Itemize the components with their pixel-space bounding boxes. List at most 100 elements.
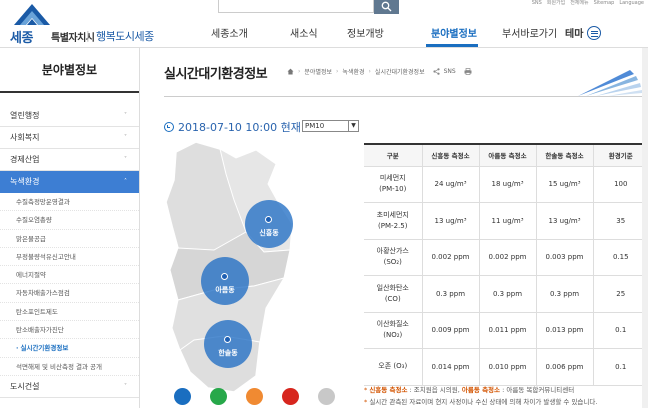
sidebar-item-label: 도시건설 <box>10 381 40 391</box>
sns-link[interactable]: SNS <box>444 68 456 75</box>
clock-icon <box>164 122 174 132</box>
sidebar-subitem[interactable]: 수질오염총량 <box>0 211 139 230</box>
gnb-item-departments[interactable]: 부서바로가기 <box>502 25 557 40</box>
column-header: 한솔동 측정소 <box>535 144 594 167</box>
utility-link-join[interactable]: 회원가입 <box>547 0 565 7</box>
station-map: 신흥동 아름동 한솔동 <box>164 140 344 395</box>
sidebar-item-urban-construction[interactable]: 도시건설 ˅ <box>0 376 139 398</box>
sidebar-item-label: 사회복지 <box>10 133 40 142</box>
chevron-down-icon: ▼ <box>348 121 358 131</box>
column-header: 신흥동 측정소 <box>421 144 480 167</box>
logo-sejong-text: 세종 <box>10 31 33 46</box>
pollutant-name: 아황산가스 (SO₂) <box>364 238 423 276</box>
utility-link-language[interactable]: Language <box>619 0 644 7</box>
sidebar-subitem[interactable]: 수질측정망운영결과 <box>0 193 139 212</box>
legend-dot-blue <box>174 388 191 405</box>
gnb-item-theme[interactable]: 테마 <box>565 25 583 40</box>
cell-standard: 0.1 <box>592 348 648 386</box>
sidebar-subitem[interactable]: 탄소배출자가진단 <box>0 321 139 340</box>
air-quality-legend <box>174 388 335 405</box>
gnb-item-open-info[interactable]: 정보개방 <box>347 25 384 40</box>
cell-value: 13 ug/m³ <box>421 202 480 240</box>
station-dot <box>265 216 272 223</box>
station-marker-areum[interactable]: 아름동 <box>201 257 249 305</box>
share-icon[interactable] <box>433 68 440 75</box>
sidebar-subitem[interactable]: 맑은물공급 <box>0 230 139 248</box>
pollutant-name: 일산화탄소 (CO) <box>364 275 423 313</box>
station-label: 아름동 <box>215 286 235 294</box>
sidebar: 분야별정보 열린행정 ˅ 사회복지 ˅ 경제산업 ˅ 녹색환경 ˄ 수질측정망운… <box>0 48 140 408</box>
station-marker-sinheung[interactable]: 신흥동 <box>245 200 293 248</box>
gnb-item-field-info[interactable]: 분야별정보 <box>431 25 477 40</box>
utility-link-all-menu[interactable]: 전체메뉴 <box>570 0 588 7</box>
cell-value: 0.3 ppm <box>421 275 480 313</box>
table-row: 미세먼지 (PM-10) 24 ug/m³ 18 ug/m³ 15 ug/m³ 1… <box>364 165 648 203</box>
home-icon[interactable] <box>287 68 294 75</box>
table-row: 아황산가스 (SO₂) 0.002 ppm 0.002 ppm 0.003 ppm… <box>364 238 648 276</box>
legend-dot-gray <box>318 388 335 405</box>
pollutant-name: 오존 (O₃) <box>364 348 423 386</box>
cell-standard: 0.1 <box>592 311 648 349</box>
table-header-row: 구분 신흥동 측정소 아름동 측정소 한솔동 측정소 환경기준 <box>364 144 648 167</box>
cell-value: 0.002 ppm <box>478 238 537 276</box>
sidebar-subitem[interactable]: 석면해제 및 비산측정 결과 공개 <box>0 358 139 376</box>
chevron-down-icon: ˅ <box>124 382 127 390</box>
pollutant-name: 이산화질소 (NO₂) <box>364 311 423 349</box>
breadcrumb-item[interactable]: 실시간대기환경정보 <box>375 67 425 76</box>
legend-dot-red <box>282 388 299 405</box>
note-disclaimer: * 실시간 관측된 자료이며 현지 사정이나 수신 상태에 의해 차이가 발생할… <box>364 398 598 406</box>
print-icon[interactable] <box>464 68 472 75</box>
column-header: 환경기준 <box>592 144 648 167</box>
station-marker-hansol[interactable]: 한솔동 <box>204 320 252 368</box>
breadcrumb-separator: › <box>368 68 371 75</box>
table-row: 오존 (O₃) 0.014 ppm 0.010 ppm 0.006 ppm 0.… <box>364 348 648 386</box>
table-row: 초미세먼지 (PM-2.5) 13 ug/m³ 11 ug/m³ 13 ug/m³… <box>364 202 648 240</box>
sidebar-subitem[interactable]: 에너지절약 <box>0 266 139 285</box>
hamburger-menu-icon[interactable] <box>587 26 601 40</box>
cell-value: 0.011 ppm <box>478 311 537 349</box>
cell-standard: 0.15 <box>592 238 648 276</box>
breadcrumb-separator: › <box>336 68 339 75</box>
cell-value: 0.009 ppm <box>421 311 480 349</box>
pollutant-select[interactable]: PM10 ▼ <box>302 120 359 132</box>
site-logo[interactable]: 세종 특별자치시 | 행복도시세종 <box>6 1 156 46</box>
sidebar-item-green-environment[interactable]: 녹색환경 ˄ <box>0 171 139 193</box>
breadcrumb: › 분야별정보 › 녹색환경 › 실시간대기환경정보 SNS <box>287 67 472 76</box>
breadcrumb-item[interactable]: 분야별정보 <box>304 67 332 76</box>
cell-standard: 35 <box>592 202 648 240</box>
gnb-item-intro[interactable]: 세종소개 <box>211 25 248 40</box>
breadcrumb-item[interactable]: 녹색환경 <box>342 67 364 76</box>
air-quality-table: 구분 신흥동 측정소 아름동 측정소 한솔동 측정소 환경기준 미세먼지 (PM-… <box>364 143 648 386</box>
decorative-graphic <box>578 70 642 96</box>
search-button[interactable] <box>374 0 399 14</box>
page-title: 실시간대기환경정보 <box>164 67 268 82</box>
pollutant-select-value: PM10 <box>305 122 325 130</box>
table-row: 이산화질소 (NO₂) 0.009 ppm 0.011 ppm 0.013 ppm… <box>364 311 648 349</box>
vertical-scrollbar[interactable] <box>642 48 648 408</box>
cell-value: 0.003 ppm <box>535 238 594 276</box>
sidebar-subitem[interactable]: 탄소포인트제도 <box>0 303 139 322</box>
sidebar-subitem-current[interactable]: 실시간기환경정보 <box>0 339 139 358</box>
sidebar-subitem[interactable]: 부정불량석유신고안내 <box>0 248 139 267</box>
cell-value: 0.3 ppm <box>478 275 537 313</box>
sidebar-subitem[interactable]: 자동차배출가스점검 <box>0 284 139 303</box>
cell-value: 0.013 ppm <box>535 311 594 349</box>
logo-slogan: 행복도시세종 <box>96 30 154 43</box>
station-label: 신흥동 <box>259 229 279 237</box>
note-stations: * 신흥동 측정소 : 조치원읍 시의원, 아름동 측정소 : 아름동 복합커뮤… <box>364 386 575 394</box>
sidebar-item-welfare[interactable]: 사회복지 ˅ <box>0 127 139 149</box>
page: SNS 회원가입 전체메뉴 Sitemap Language 세종 특별자치시 … <box>0 0 648 408</box>
cell-value: 0.002 ppm <box>421 238 480 276</box>
chevron-down-icon: ˅ <box>124 156 127 163</box>
sidebar-item-economy[interactable]: 경제산업 ˅ <box>0 149 139 171</box>
sidebar-item-label: 열린행정 <box>10 111 40 120</box>
sejong-region-map <box>165 141 293 393</box>
utility-link-sitemap[interactable]: Sitemap <box>594 0 615 7</box>
search-input[interactable] <box>218 0 374 13</box>
gnb-item-news[interactable]: 새소식 <box>290 25 318 40</box>
column-header: 구분 <box>364 144 423 167</box>
cell-standard: 100 <box>592 165 648 203</box>
utility-link-sns[interactable]: SNS <box>532 0 542 7</box>
sidebar-item-open-admin[interactable]: 열린행정 ˅ <box>0 105 139 127</box>
cell-value: 18 ug/m³ <box>478 165 537 203</box>
